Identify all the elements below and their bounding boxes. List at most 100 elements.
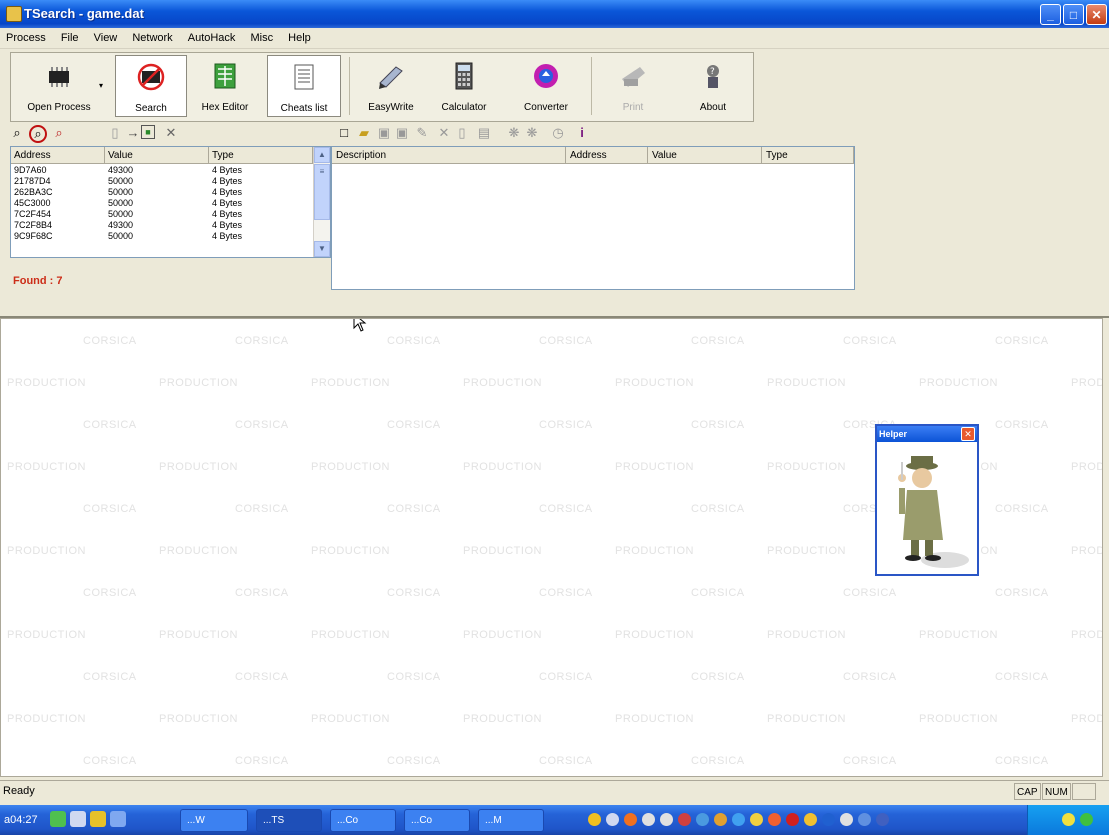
tray-icon[interactable] [714,813,727,826]
menu-misc[interactable]: Misc [245,28,280,48]
taskbar-item[interactable]: ...Co [330,809,396,832]
quicklaunch-icon[interactable] [110,811,126,827]
column-header-address[interactable]: Address [11,147,105,164]
arrow-right-icon[interactable]: → [125,125,141,141]
quicklaunch-icon[interactable] [50,811,66,827]
about-button[interactable]: ? About [683,55,743,117]
watermark-production: PRODUCTION [1071,377,1102,389]
open-folder-icon[interactable]: ▰ [356,125,372,141]
save-icon[interactable]: ▣ [376,125,392,141]
watermark-corsica: CORSICA [691,755,745,767]
menu-file[interactable]: File [55,28,85,48]
tray-icon[interactable] [606,813,619,826]
menu-process[interactable]: Process [0,28,52,48]
results-scrollbar[interactable]: ▲ ≡ ▼ [313,147,330,257]
save-as-icon[interactable]: ▣ [394,125,410,141]
tray-icon[interactable] [624,813,637,826]
tray-icon[interactable] [804,813,817,826]
column-header-address[interactable]: Address [566,147,648,164]
tray-icon[interactable] [660,813,673,826]
delete-icon[interactable]: ✕ [163,125,179,141]
tray-icon[interactable] [1062,813,1075,826]
tray-icon[interactable] [876,813,889,826]
watermark-production: PRODUCTION [615,545,694,557]
search-next-icon[interactable]: ⌕ [29,125,47,143]
column-header-type[interactable]: Type [209,147,313,164]
scroll-down-icon[interactable]: ▼ [314,241,330,257]
cell-address: 21787D4 [14,176,51,186]
column-header-value[interactable]: Value [105,147,209,164]
menu-network[interactable]: Network [126,28,178,48]
copy-icon[interactable]: ▯ [107,125,123,141]
open-process-label: Open Process [27,102,91,113]
watermark-production: PRODUCTION [159,461,238,473]
tray-icon[interactable] [1080,813,1093,826]
easywrite-button[interactable]: EasyWrite [359,55,423,117]
tray-icon[interactable] [732,813,745,826]
watermark-production: PRODUCTION [919,629,998,641]
system-tray[interactable] [1027,805,1109,835]
quicklaunch-icon[interactable] [90,811,106,827]
timer-icon[interactable]: ◷ [550,125,566,141]
status-panel [1072,783,1096,800]
tray-icon[interactable] [642,813,655,826]
minimize-button[interactable]: _ [1040,4,1061,25]
taskbar-item[interactable]: ...W [180,809,248,832]
unfreeze-icon[interactable]: ❋ [524,125,540,141]
new-icon[interactable]: □ [336,125,352,141]
open-process-button[interactable]: Open Process [13,55,105,117]
menu-view[interactable]: View [88,28,124,48]
menu-help[interactable]: Help [282,28,317,48]
edit-icon[interactable]: ✎ [414,125,430,141]
column-header-description[interactable]: Description [332,147,566,164]
trash-icon[interactable]: ▯ [454,125,470,141]
print-button[interactable]: Print [603,55,663,117]
converter-label: Converter [524,102,568,113]
column-header-type[interactable]: Type [762,147,854,164]
watermark-corsica: CORSICA [995,587,1049,599]
calculator-button[interactable]: Calculator [433,55,495,117]
add-to-list-icon[interactable]: ■ [141,125,155,139]
converter-button[interactable]: Converter [509,55,583,117]
panel-splitter[interactable] [0,294,1109,318]
taskbar-item-active[interactable]: ...TS [256,809,322,832]
tray-icon[interactable] [678,813,691,826]
scroll-thumb[interactable]: ≡ [314,164,330,220]
watermark-corsica: CORSICA [691,671,745,683]
search-icon[interactable]: ⌕ [9,125,25,141]
tray-icon[interactable] [840,813,853,826]
hex-editor-button[interactable]: Hex Editor [193,55,257,117]
close-button[interactable]: ✕ [1086,4,1107,25]
tray-icon[interactable] [786,813,799,826]
tray-icon[interactable] [696,813,709,826]
taskbar-item[interactable]: ...M [478,809,544,832]
tray-icon[interactable] [588,813,601,826]
title-bar[interactable]: TSearch - game.dat _ □ ✕ [0,0,1109,28]
search-button[interactable]: Search [115,55,187,117]
search-stop-icon[interactable]: ⌕ [51,125,67,141]
menu-autohack[interactable]: AutoHack [182,28,242,48]
cell-type: 4 Bytes [212,198,243,208]
properties-icon[interactable]: ▤ [476,125,492,141]
tray-icon[interactable] [858,813,871,826]
maximize-button[interactable]: □ [1063,4,1084,25]
info-icon[interactable]: i [574,125,590,141]
taskbar-item[interactable]: ...Co [404,809,470,832]
dropdown-arrow-icon[interactable]: ▾ [99,81,103,90]
search-icon[interactable] [70,811,86,827]
freeze-icon[interactable]: ❋ [506,125,522,141]
watermark-corsica: CORSICA [83,587,137,599]
helper-window[interactable]: Helper ✕ [875,424,979,576]
watermark-corsica: CORSICA [235,503,289,515]
tray-icon[interactable] [768,813,781,826]
cheats-list-button[interactable]: Cheats list [267,55,341,117]
tray-icon[interactable] [750,813,763,826]
tray-icon[interactable] [822,813,835,826]
watermark-corsica: CORSICA [235,335,289,347]
delete-entry-icon[interactable]: ✕ [436,125,452,141]
cell-type: 4 Bytes [212,231,243,241]
column-header-value[interactable]: Value [648,147,762,164]
cell-value: 50000 [108,176,134,186]
helper-close-button[interactable]: ✕ [961,427,975,441]
scroll-up-icon[interactable]: ▲ [314,147,330,163]
